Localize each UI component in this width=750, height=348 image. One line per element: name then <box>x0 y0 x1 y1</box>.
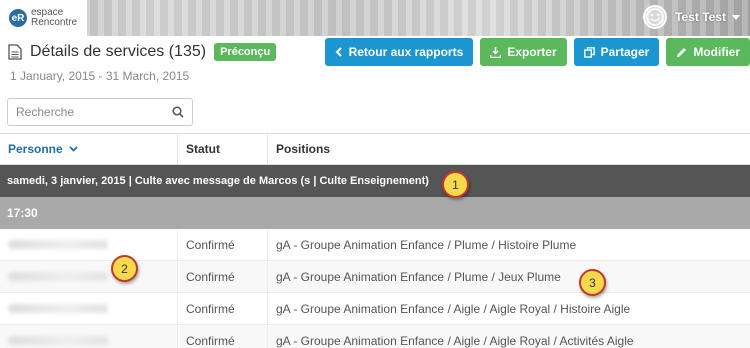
status-cell: Confirmé <box>178 229 268 260</box>
download-icon <box>490 46 502 58</box>
share-label: Partager <box>600 45 650 59</box>
edit-button[interactable]: Modifier <box>666 38 750 66</box>
time-row: 17:30 <box>0 197 750 229</box>
person-name-blurred <box>0 229 178 260</box>
blurred-name <box>8 240 108 249</box>
person-name-blurred <box>0 261 178 292</box>
column-header-person[interactable]: Personne <box>0 134 178 164</box>
column-header-person-label: Personne <box>8 142 63 156</box>
blurred-name <box>8 272 108 281</box>
position-cell: gA - Groupe Animation Enfance / Plume / … <box>276 269 561 284</box>
callout-marker-2: 2 <box>111 255 138 282</box>
share-button[interactable]: Partager <box>573 38 660 66</box>
user-name: Test Test <box>675 10 726 24</box>
column-header-status[interactable]: Statut <box>178 134 268 164</box>
edit-label: Modifier <box>693 45 740 59</box>
search-input[interactable] <box>16 105 172 119</box>
search-icon[interactable] <box>172 106 184 118</box>
status-cell: Confirmé <box>178 325 268 348</box>
position-cell: gA - Groupe Animation Enfance / Plume / … <box>276 237 577 252</box>
copy-icon <box>583 46 595 58</box>
table-header: Personne Statut Positions <box>0 133 750 165</box>
position-cell: gA - Groupe Animation Enfance / Aigle / … <box>276 333 634 348</box>
back-to-reports-button[interactable]: Retour aux rapports <box>324 38 474 66</box>
blurred-name <box>8 336 108 345</box>
back-to-reports-label: Retour aux rapports <box>348 45 464 59</box>
document-icon <box>8 44 22 60</box>
position-cell: gA - Groupe Animation Enfance / Aigle / … <box>276 301 631 316</box>
person-name-blurred <box>0 325 178 348</box>
export-label: Exporter <box>507 45 557 59</box>
banner-texture <box>0 0 750 36</box>
table-body: Confirmé gA - Groupe Animation Enfance /… <box>0 229 750 348</box>
blurred-name <box>8 304 108 313</box>
chevron-down-icon <box>69 146 78 152</box>
pencil-icon <box>677 47 687 57</box>
page-header: Détails de services (135) Préconçu <box>8 43 277 61</box>
user-menu[interactable]: Test Test <box>643 5 740 29</box>
action-toolbar: Retour aux rapports Exporter Partager Mo… <box>318 38 750 66</box>
status-cell: Confirmé <box>178 261 268 292</box>
table-row[interactable]: Confirmé gA - Groupe Animation Enfance /… <box>0 325 750 348</box>
chevron-down-icon <box>732 14 740 20</box>
logo-text: espace Rencontre <box>31 8 77 28</box>
avatar-smiley-icon <box>643 5 668 29</box>
date-range: 1 January, 2015 - 31 March, 2015 <box>10 69 190 83</box>
top-banner: eR espace Rencontre Test Test <box>0 0 750 36</box>
person-name-blurred <box>0 293 178 324</box>
logo-badge: eR <box>9 9 27 27</box>
column-header-positions[interactable]: Positions <box>268 142 750 156</box>
service-group-row: samedi, 3 janvier, 2015 | Culte avec mes… <box>0 165 750 197</box>
export-button[interactable]: Exporter <box>480 38 567 66</box>
services-table: Personne Statut Positions samedi, 3 janv… <box>0 133 750 348</box>
search-box <box>7 98 193 126</box>
page-title: Détails de services (135) <box>30 43 207 60</box>
status-cell: Confirmé <box>178 293 268 324</box>
table-row[interactable]: Confirmé gA - Groupe Animation Enfance /… <box>0 293 750 325</box>
logo-line-2: Rencontre <box>31 17 78 28</box>
preconcu-badge: Préconçu <box>214 43 277 61</box>
chevron-left-icon <box>335 47 342 57</box>
callout-marker-3: 3 <box>579 269 606 296</box>
table-row[interactable]: Confirmé gA - Groupe Animation Enfance /… <box>0 229 750 261</box>
callout-marker-1: 1 <box>442 171 469 198</box>
app-logo[interactable]: eR espace Rencontre <box>0 0 87 36</box>
